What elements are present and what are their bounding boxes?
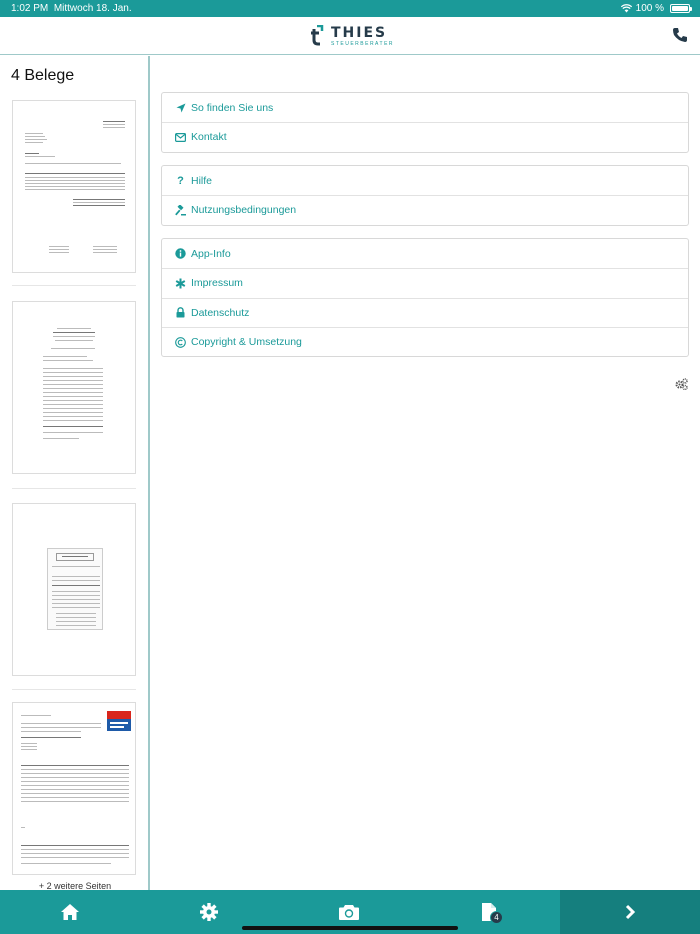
envelope-icon [175,132,186,143]
brand-logo: THIES STEUERBERATER [310,25,394,47]
menu-item-label: Hilfe [191,174,213,187]
documents-count-badge: 4 [490,911,503,924]
copyright-icon [175,336,186,348]
menu-item-label: Impressum [191,277,243,290]
location-arrow-icon [175,102,186,113]
status-date: Mittwoch 18. Jan. [53,3,132,14]
home-indicator [242,926,458,930]
menu-item-help[interactable]: ? Hilfe [162,166,688,195]
menu-item-label: Copyright & Umsetzung [191,336,302,349]
document-thumbnail[interactable] [12,503,136,676]
app-header: THIES STEUERBERATER [0,17,700,55]
document-thumbnail[interactable] [12,301,136,474]
menu-item-label: Kontakt [191,131,227,144]
tab-settings[interactable] [197,900,221,924]
tab-home[interactable] [58,900,82,924]
menu-item-imprint[interactable]: Impressum [162,268,688,297]
next-button[interactable] [560,890,700,934]
documents-panel: 4 Belege + 2 weitere Seiten [0,56,150,890]
gavel-icon [175,204,186,216]
battery-percent: 100 % [635,3,664,14]
menu-item-app-info[interactable]: App-Info [162,239,688,268]
tab-camera[interactable] [337,900,361,924]
document-thumbnail[interactable] [12,100,136,273]
brand-logo-mark-icon [311,25,324,46]
gear-icon [200,903,218,921]
menu-group-info: App-Info Impressum Datenschutz Copyright… [161,238,689,358]
menu-item-label: Nutzungsbedingungen [191,204,297,217]
menu-item-terms[interactable]: Nutzungsbedingungen [162,195,688,224]
bosch-service-logo [107,711,131,731]
brand-name: THIES [331,24,388,41]
menu-item-label: App-Info [191,247,231,260]
gears-icon[interactable] [675,378,688,390]
question-icon: ? [177,174,184,187]
status-time: 1:02 PM [11,3,49,14]
brand-subtitle: STEUERBERATER [331,40,395,47]
menu-item-label: Datenschutz [191,306,250,319]
more-pages-label: + 2 weitere Seiten [38,881,112,890]
home-icon [61,904,79,920]
documents-title: 4 Belege [11,67,75,84]
status-bar: 1:02 PM Mittwoch 18. Jan. 100 % [0,0,700,17]
info-circle-icon [175,248,186,259]
camera-icon [339,905,359,920]
asterisk-icon [175,278,186,289]
lock-icon [175,307,186,318]
menu-item-directions[interactable]: So finden Sie uns [162,93,688,122]
tab-documents[interactable]: 4 [477,900,503,924]
menu-item-copyright[interactable]: Copyright & Umsetzung [162,326,688,356]
menu-item-contact[interactable]: Kontakt [162,122,688,151]
phone-icon[interactable] [672,27,688,43]
battery-icon [670,4,692,13]
menu-group-help-terms: ? Hilfe Nutzungsbedingungen [161,165,689,226]
menu-group-location-contact: So finden Sie uns Kontakt [161,92,689,153]
document-thumbnail[interactable] [12,702,136,875]
wifi-icon [620,4,632,13]
menu-item-privacy[interactable]: Datenschutz [162,297,688,327]
menu-item-label: So finden Sie uns [191,101,274,114]
chevron-right-icon [625,904,636,920]
status-time-date: 1:02 PM Mittwoch 18. Jan. [11,3,132,14]
status-right: 100 % [620,3,692,14]
